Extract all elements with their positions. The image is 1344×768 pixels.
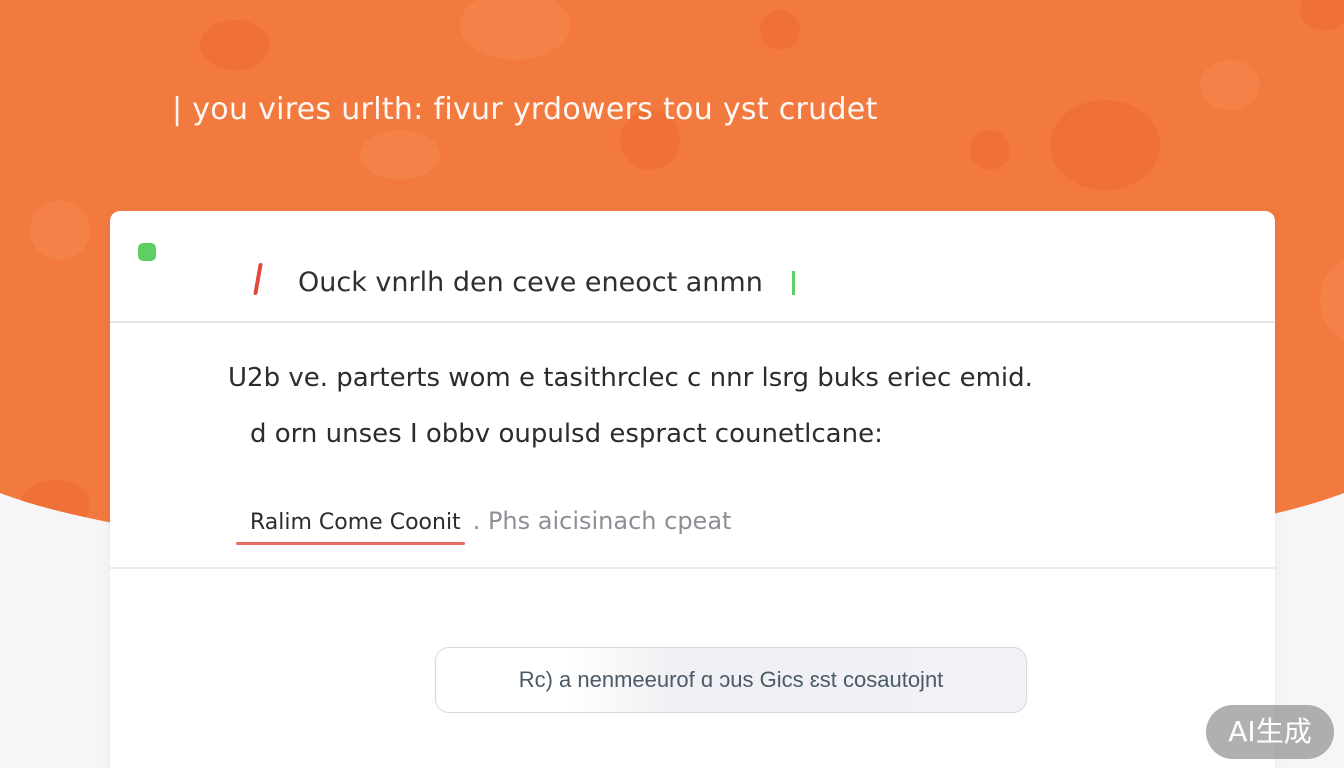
text-caret-icon xyxy=(792,271,795,295)
status-dot-icon xyxy=(138,243,156,261)
body-text-line-2: d orn unses I obbv oupulsd espract coune… xyxy=(250,419,883,449)
content-card: Ouck vnrlh den ceve eneoct anmn U2b ve. … xyxy=(110,211,1275,768)
link-row: Ralim Come Coonit. Phs aicisinach cpeat xyxy=(236,507,732,545)
card-divider xyxy=(110,567,1275,569)
underlined-link[interactable]: Ralim Come Coonit xyxy=(236,510,465,545)
card-header: Ouck vnrlh den ceve eneoct anmn xyxy=(110,211,1275,323)
page: | you vires urlth: fivur yrdowers tou ys… xyxy=(0,0,1344,768)
card-title: Ouck vnrlh den ceve eneoct anmn xyxy=(298,267,763,298)
link-trailing-text: . Phs aicisinach cpeat xyxy=(472,507,732,535)
body-text-line-1: U2b ve. parterts wom e tasithrclec c nnr… xyxy=(228,363,1033,393)
hero-headline: | you vires urlth: fivur yrdowers tou ys… xyxy=(172,92,878,127)
ai-generated-badge: AI生成 xyxy=(1206,705,1334,759)
primary-action-button[interactable]: Rc) a nenmeeurof ɑ ɔus Gics ɛst cosautoj… xyxy=(435,647,1027,713)
accent-mark-icon xyxy=(253,263,263,295)
